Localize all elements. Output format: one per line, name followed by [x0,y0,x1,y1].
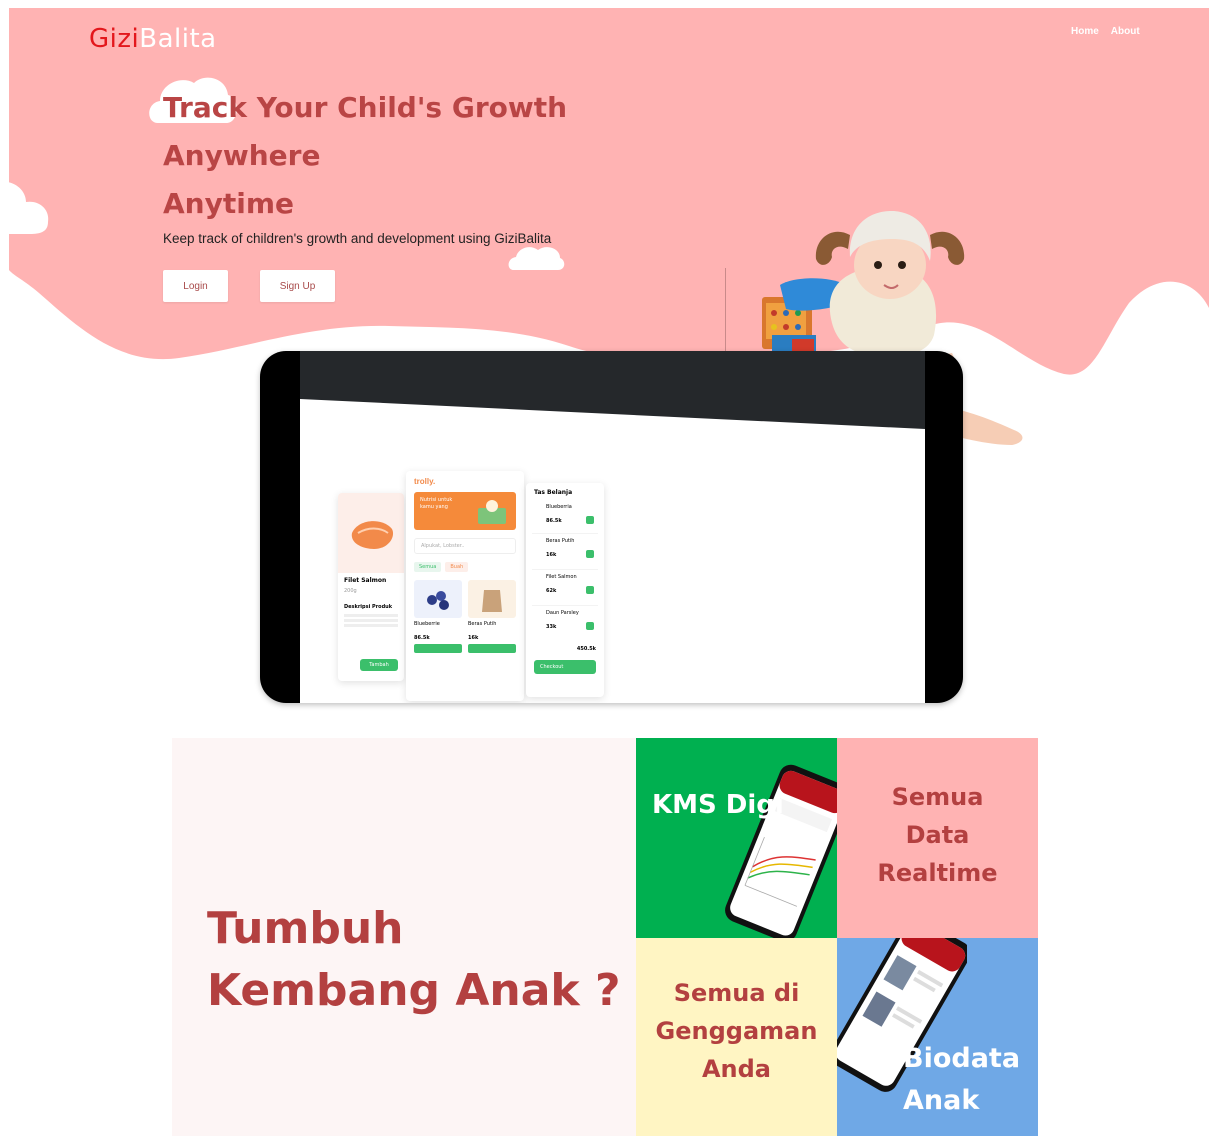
cloud-icon [0,181,49,234]
tile-realtime-line-1: Semua [891,783,984,811]
tile-in-hand[interactable]: Semua di Genggaman Anda [636,938,837,1136]
tile-kms-digital[interactable]: KMS Digi [636,738,837,938]
salmon-icon [351,521,394,549]
cart-item-name: Filet Salmon [546,574,577,580]
tablet-screen: Filet Salmon 200g Deskripsi Produk Tamba… [300,351,925,703]
login-button[interactable]: Login [163,270,228,302]
headline-line-2: Anywhere [163,139,321,172]
chip-fruit: Buah [445,562,469,572]
cart-item-name: Beras Putih [546,538,575,544]
cart-list: Blueberria 86.5k Beras Putih 16k Filet S… [526,502,604,642]
screen-dark-banner [300,351,925,429]
tablet-mockup: Filet Salmon 200g Deskripsi Produk Tamba… [260,351,963,703]
cart-item: Daun Parsley 33k [532,606,598,642]
features-title: Tumbuh Kembang Anak ? [207,898,621,1022]
app-banner: Nutrisi untuk kamu yang [414,492,516,530]
app-home-card: trolly. Nutrisi untuk kamu yang Alpukat,… [406,471,524,701]
tile-bio-line-2: Anak [903,1085,980,1116]
features-section: Tumbuh Kembang Anak ? KMS Digi Semua Dat… [172,738,1038,1136]
app-cart-card: Tas Belanja Blueberria 86.5k Beras Putih… [526,483,604,697]
tile-hand-line-1: Semua di [673,979,800,1007]
signup-button[interactable]: Sign Up [260,270,335,302]
app-product-grid: Blueberrie 86.5k Beras Putih 16k [414,580,516,653]
features-title-line-2: Kembang Anak ? [207,965,621,1016]
chip-all: Semua [414,562,442,572]
product-image [338,493,404,573]
cart-item-name: Daun Parsley [546,610,579,616]
product-desc-title: Deskripsi Produk [344,604,393,610]
cart-item: Filet Salmon 62k [532,570,598,606]
headline-line-1: Track Your Child's Growth [163,91,568,124]
grid-item-name: Blueberrie [414,621,440,627]
features-intro: Tumbuh Kembang Anak ? [172,738,636,1136]
hero-headline: Track Your Child's Growth Anywhere Anyti… [163,84,567,228]
app-brand: trolly. [414,477,436,486]
grid-item-name: Beras Putih [468,621,497,627]
tile-realtime-label: Semua Data Realtime [837,778,1038,892]
tile-kms-label: KMS Digi [652,790,784,820]
nav-home-link[interactable]: Home [1071,26,1099,37]
grid-item: Blueberrie 86.5k [414,580,462,653]
banner-illustration-icon [478,500,506,524]
headline-line-3: Anytime [163,187,295,220]
nav-about-link[interactable]: About [1111,26,1140,37]
cart-item-name: Blueberria [546,504,572,510]
top-nav: Home About [1071,26,1140,37]
cloud-icon [508,247,565,270]
grid-item-price: 16k [468,635,479,641]
app-chips: Semua Buah [414,562,516,572]
features-title-line-1: Tumbuh [207,903,404,954]
app-product-card: Filet Salmon 200g Deskripsi Produk Tamba… [338,493,404,681]
cart-item: Blueberria 86.5k [532,502,598,534]
hero-subtitle: Keep track of children's growth and deve… [163,231,552,246]
tile-hand-line-3: Anda [701,1055,772,1083]
blueberry-icon [427,591,449,610]
cart-title: Tas Belanja [534,489,573,496]
tile-realtime-line-3: Realtime [877,859,998,887]
grid-item-price: 86.5k [414,635,430,641]
cart-item: Beras Putih 16k [532,534,598,570]
rice-sack-icon [482,590,502,612]
tile-bio-label: Biodata Anak [903,1038,1020,1122]
site-logo[interactable]: GiziBalita [89,24,217,54]
add-to-cart-button: Tambah [360,659,398,671]
phone-kms-icon [725,764,837,938]
tile-child-bio[interactable]: Biodata Anak [837,938,1038,1136]
cart-total: 450.5k [576,646,596,652]
grid-item: Beras Putih 16k [468,580,516,653]
app-search-input: Alpukat, Lobster.. [414,538,516,554]
tile-hand-line-2: Genggaman [655,1017,818,1045]
tile-in-hand-label: Semua di Genggaman Anda [636,974,837,1088]
logo-balita: Balita [139,24,217,54]
decorative-line [725,268,726,358]
tile-realtime-line-2: Data [905,821,970,849]
checkout-button: Checkout [534,660,596,674]
tile-bio-line-1: Biodata [903,1043,1021,1074]
logo-gizi: Gizi [89,24,140,54]
product-title: Filet Salmon [344,577,387,584]
tile-realtime-data[interactable]: Semua Data Realtime [837,738,1038,938]
